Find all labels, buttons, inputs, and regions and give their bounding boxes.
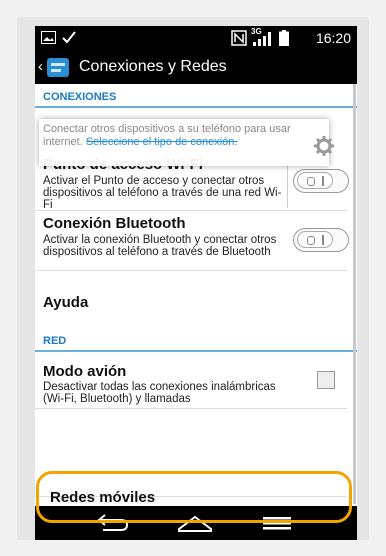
gear-icon[interactable] [313,135,335,157]
check-icon [62,31,76,44]
airplane-mode-title: Modo avión [43,363,127,380]
tooltip-highlight-text: Seleccione el tipo de conexión. [85,136,238,148]
status-bar: 3G 16:20 [35,26,357,50]
action-bar[interactable]: ‹ Conexiones y Redes [35,50,357,84]
wifi-hotspot-description: Activar el Punto de acceso y conectar ot… [43,175,282,211]
help-tooltip: Conectar otros dispositivos a su teléfon… [39,119,329,166]
wifi-hotspot-toggle[interactable] [293,169,349,193]
signal-icon [253,32,271,46]
help-title: Ayuda [43,294,89,311]
divider [35,408,347,409]
bluetooth-description: Activar la conexión Bluetooth y conectar… [43,234,277,258]
phone-screen: 3G 16:20 ‹ Conexiones y Redes CONEXIONES… [35,26,357,540]
bluetooth-toggle[interactable] [293,228,349,252]
back-chevron-icon[interactable]: ‹ [38,58,43,75]
status-time: 16:20 [315,30,351,46]
scrollbar[interactable] [353,84,356,504]
divider [35,210,347,211]
nfc-icon [231,30,247,46]
page-title: Conexiones y Redes [79,58,227,75]
airplane-mode-checkbox[interactable] [317,371,335,389]
section-header-conexiones: CONEXIONES [35,84,357,108]
mobile-networks-item[interactable]: Redes móviles [50,489,155,506]
connections-app-icon [47,58,69,77]
image-icon [41,31,56,44]
section-header-red: RED [35,328,357,352]
divider [35,270,347,271]
battery-icon [279,30,289,46]
bluetooth-title: Conexión Bluetooth [43,215,186,232]
airplane-mode-description: Desactivar todas las conexiones inalámbr… [43,381,276,405]
